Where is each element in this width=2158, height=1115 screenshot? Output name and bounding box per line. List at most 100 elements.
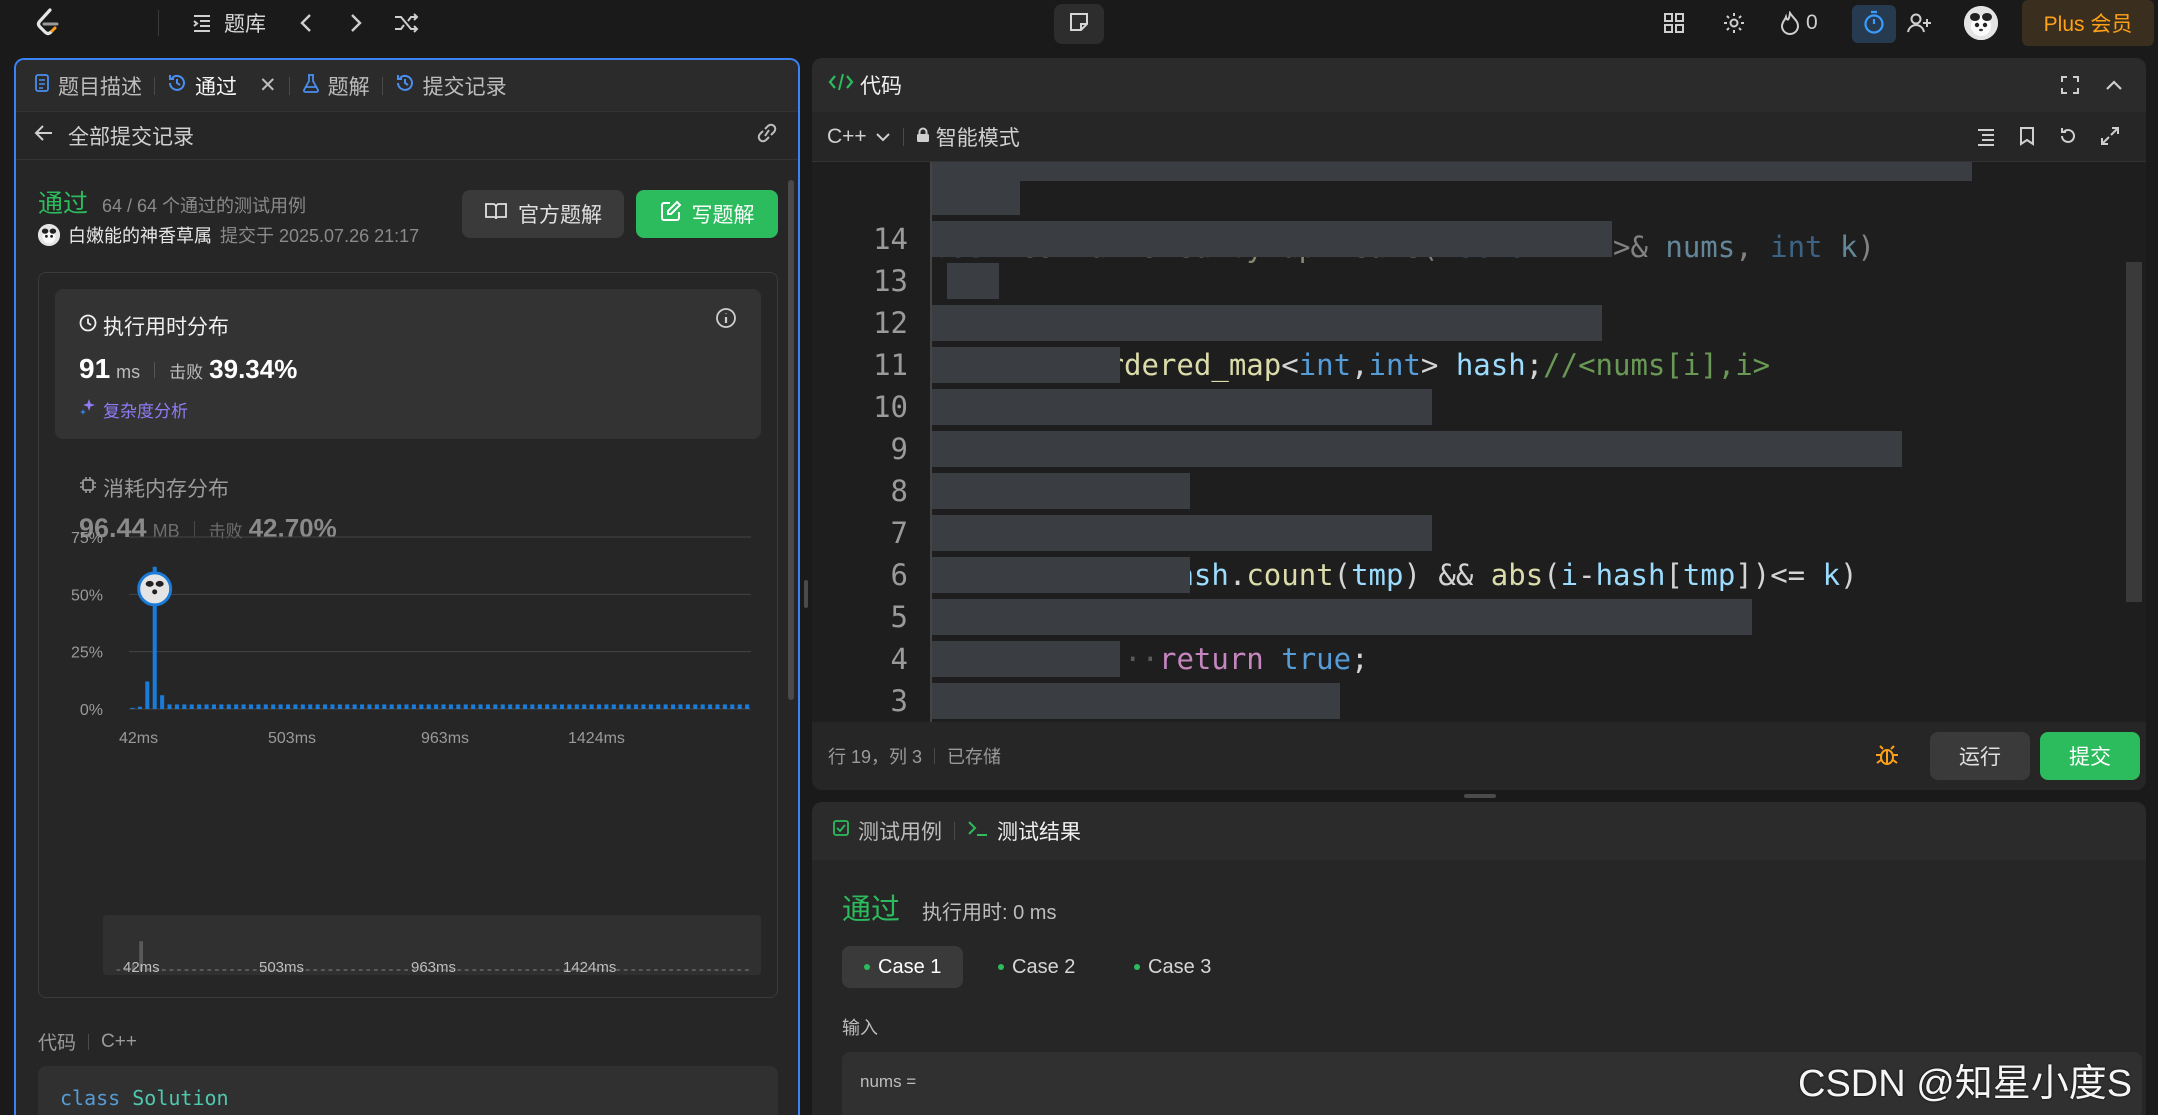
tab-description[interactable]: 题目描述 [34,71,142,101]
tab-accepted[interactable]: 通过 ✕ [167,71,277,101]
reset-icon[interactable] [2058,126,2078,152]
streak-counter[interactable]: 0 [1776,9,1818,37]
tab-solutions[interactable]: 题解 [302,71,370,101]
note-icon [1068,11,1090,38]
distribution-bar [552,704,557,709]
distribution-bar [419,704,424,709]
top-bar: 题库 0 Plus 会员 [0,0,2158,46]
distribution-bar [471,704,476,709]
distribution-bar [226,704,231,709]
case-label: Case 1 [878,955,942,978]
smart-mode-toggle[interactable]: 智能模式 [916,122,1020,152]
streak-count: 0 [1806,11,1818,34]
distribution-bar [515,704,520,709]
distribution-bar [730,704,735,709]
lock-icon [916,125,930,149]
submitter-row: 白嫩能的神香草属 提交于 2025.07.26 21:17 [38,222,419,248]
add-user-icon[interactable] [1906,9,1934,37]
tab-submissions[interactable]: 提交记录 [395,71,507,101]
link-icon[interactable] [754,122,780,150]
x-tick-label: 963ms [421,730,469,747]
write-solution-button[interactable]: 写题解 [636,190,778,238]
testcases-text: 64 / 64 个通过的测试用例 [102,196,307,216]
selection-highlight [932,179,1020,215]
distribution-bar [204,704,209,709]
run-button[interactable]: 运行 [1930,732,2030,780]
user-avatar[interactable] [1964,6,1998,40]
official-solution-label: 官方题解 [518,204,602,227]
selection-highlight [932,305,1602,341]
distribution-bar [493,704,498,709]
fullscreen-icon[interactable] [2060,75,2080,101]
collapse-icon[interactable] [2104,75,2124,101]
status-text: 通过 [38,190,89,218]
editor-footer: 行 19，列 3 已存储 运行 提交 [812,722,2146,790]
distribution-bar [456,704,461,709]
user-avatar[interactable] [38,224,60,246]
language-select[interactable]: C++ [827,125,891,149]
distribution-bar [174,704,179,709]
distribution-bar [345,704,350,709]
distribution-bar [463,704,468,709]
gear-icon[interactable] [1720,9,1748,37]
language-label: C++ [827,124,867,148]
distribution-bar [189,704,194,709]
distribution-bar [559,704,565,709]
expand-icon[interactable] [2100,126,2120,152]
distribution-bar [374,704,379,709]
distribution-bar [241,704,246,709]
case-1-tab[interactable]: Case 1 [842,946,964,988]
distribution-bar [167,704,172,709]
distribution-bar [700,704,705,709]
plus-membership-button[interactable]: Plus 会员 [2022,0,2154,46]
distribution-bar [663,704,668,709]
divider [381,76,383,95]
distribution-bar [300,704,305,709]
history-icon [395,73,415,99]
layout-icon[interactable] [1660,9,1688,37]
code-header: 代码 C++ [38,1028,137,1055]
close-tab-icon[interactable]: ✕ [259,73,277,98]
code-icon [828,72,854,98]
submit-button[interactable]: 提交 [2040,732,2140,780]
bookmark-icon[interactable] [2018,126,2036,152]
editor-scrollbar[interactable] [2126,262,2142,602]
code-line: 9 ··········int tmp=nums[i]; [812,386,2146,550]
debug-bug-icon[interactable] [1874,742,1900,773]
selection-highlight [932,641,1120,677]
distribution-bar [626,704,631,709]
timer-button[interactable] [1852,5,1896,43]
tab-testcases[interactable]: 测试用例 [832,816,942,846]
gutter-line [930,162,932,722]
username[interactable]: 白嫩能的神香草属 [68,222,212,248]
format-icon[interactable] [1976,126,1996,152]
case-3-tab[interactable]: Case 3 [1112,946,1233,988]
next-problem-icon[interactable] [342,9,370,37]
distribution-bar [485,704,490,709]
note-button[interactable] [1054,4,1104,44]
runtime-distribution-chart[interactable]: 75% 50% 25% 0% 42ms 503ms 963ms 1424ms [39,273,779,999]
distribution-bar [589,704,594,709]
code-editor[interactable]: bool containsNearbyDuplicate(vector<int>… [812,162,2146,722]
code-line: 6 ·············return true; [812,512,2146,676]
selection-highlight [932,347,1120,383]
case-2-tab[interactable]: Case 2 [976,946,1097,988]
book-icon [484,201,508,227]
divider [154,76,155,95]
avatar-marker[interactable] [137,571,173,607]
back-to-all-submissions[interactable]: 全部提交记录 [34,121,194,151]
distribution-bar [530,704,535,709]
test-tabs: 测试用例 测试结果 [812,802,2146,860]
leetcode-logo-icon[interactable] [33,7,63,37]
prev-problem-icon[interactable] [292,9,320,37]
range-selector[interactable] [103,915,761,975]
tab-test-result[interactable]: 测试结果 [967,816,1081,846]
scrollbar[interactable] [788,180,794,700]
panel-splitter[interactable] [804,580,808,608]
shuffle-icon[interactable] [392,9,420,37]
case-label: Case 2 [1012,955,1076,978]
distribution-bar [745,704,750,709]
panel-splitter[interactable] [1464,794,1496,798]
official-solution-button[interactable]: 官方题解 [462,190,624,238]
problem-list-link[interactable]: 题库 [188,9,266,37]
